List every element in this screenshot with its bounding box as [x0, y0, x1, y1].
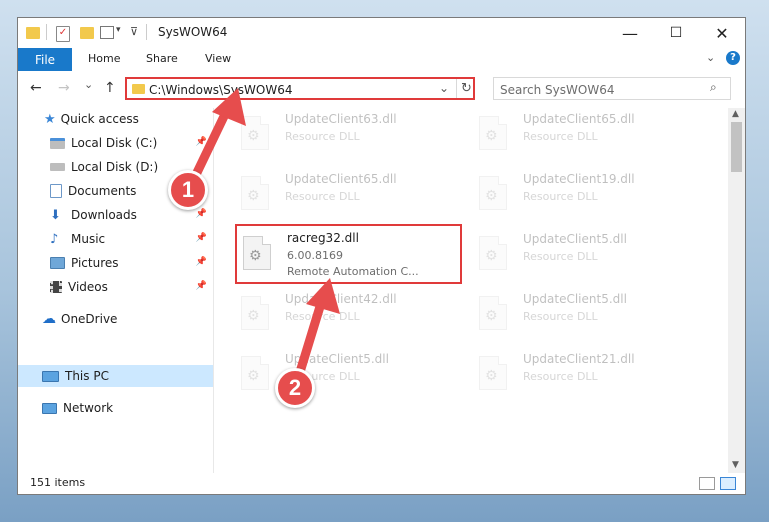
- step-badge-2: 2: [275, 368, 315, 408]
- annotation-overlay: [187, 88, 340, 377]
- arrow-1: [187, 88, 246, 188]
- step-badge-1: 1: [168, 170, 208, 210]
- arrow-2: [295, 278, 340, 377]
